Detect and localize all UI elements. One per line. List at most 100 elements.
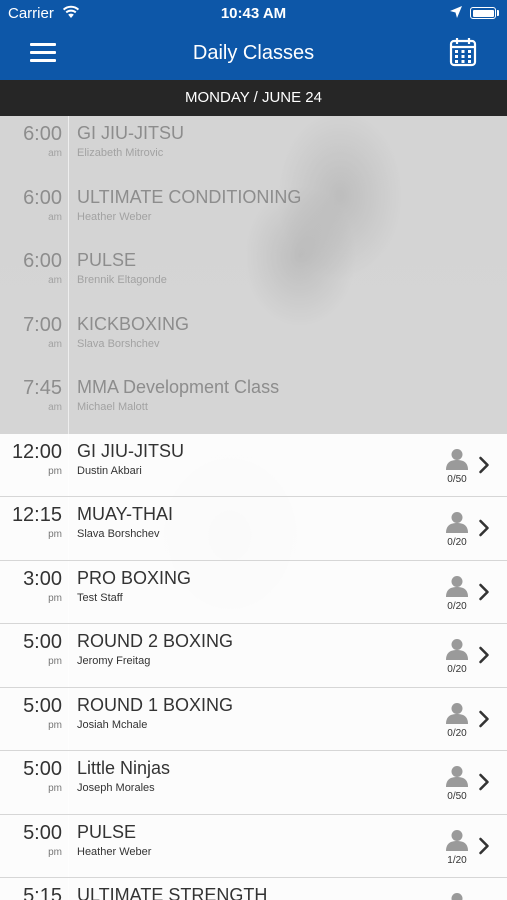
class-instructor: Heather Weber [77,210,152,223]
time-column-divider [68,814,69,877]
chevron-right-icon[interactable] [478,456,490,474]
class-row[interactable]: 5:00 pm Little Ninjas Joseph Morales 0/50 [0,751,507,815]
class-name: ROUND 1 BOXING [77,694,234,715]
location-arrow-icon [450,6,462,18]
calendar-icon[interactable] [449,37,477,67]
navigation-bar: Daily Classes [0,28,507,80]
class-time: 5:00 [23,758,62,780]
class-name: ULTIMATE CONDITIONING [77,186,302,207]
class-instructor: Slava Borshchev [77,528,160,540]
class-ampm: pm [48,529,62,540]
class-time: 12:00 [11,440,62,463]
class-capacity: 0/20 [447,664,467,675]
class-instructor: Michael Malott [77,401,148,413]
chevron-right-icon[interactable] [478,710,490,728]
time-column-divider [68,878,69,900]
class-instructor: Heather Weber [77,845,152,858]
class-instructor: Test Staff [77,591,123,604]
class-ampm: pm [48,465,62,477]
battery-tip [497,10,499,16]
class-capacity: 0/50 [447,791,467,802]
person-icon [451,893,463,900]
chevron-right-icon[interactable] [478,646,490,664]
time-column-divider [68,243,69,307]
time-column-divider [68,624,69,687]
person-icon [446,829,468,851]
class-ampm: pm [48,783,62,794]
time-column-divider [68,433,69,496]
class-name: ULTIMATE STRENGTH [77,885,268,900]
class-time: 12:15 [11,504,62,526]
class-instructor: Jeromy Freitag [77,655,151,667]
class-name: ROUND 2 BOXING [77,631,234,651]
class-time: 6:00 [23,186,62,209]
class-instructor: Brennik Eltagonde [77,274,167,286]
person-icon [446,639,468,660]
person-icon [446,766,468,787]
class-ampm: am [48,148,62,159]
class-ampm: am [48,275,62,286]
class-capacity: 1/20 [447,854,467,866]
past-class-row[interactable]: 6:00 am GI JIU-JITSU Elizabeth Mitrovic [0,116,507,180]
status-bar: Carrier 10:43 AM [0,0,507,28]
chevron-right-icon[interactable] [478,583,490,601]
class-time: 5:00 [23,821,62,844]
class-capacity: 0/20 [447,727,467,739]
person-icon [446,575,468,597]
page-title: Daily Classes [192,42,315,64]
past-class-row[interactable]: 7:00 am KICKBOXING Slava Borshchev [0,306,507,370]
class-name: GI JIU-JITSU [77,123,184,143]
class-instructor: Dustin Akbari [77,464,142,477]
battery-icon [470,7,496,19]
class-row[interactable]: 3:00 pm PRO BOXING Test Staff 0/20 [0,560,507,624]
chevron-right-icon[interactable] [478,519,490,537]
class-time: 5:00 [23,631,62,653]
class-time: 6:00 [23,250,62,272]
class-ampm: am [48,338,62,350]
class-capacity: 0/20 [447,600,467,612]
chevron-right-icon[interactable] [478,773,490,791]
class-capacity: 0/20 [447,537,467,548]
class-ampm: am [48,211,62,223]
class-name: GI JIU-JITSU [77,440,184,461]
person-icon [446,702,468,724]
class-time: 5:15 [23,885,62,900]
class-time: 7:45 [23,377,62,399]
class-ampm: pm [48,592,62,604]
class-name: MUAY-THAI [77,504,174,524]
class-instructor: Josiah Mchale [77,718,148,731]
class-ampm: pm [48,719,62,731]
class-row[interactable]: 12:00 pm GI JIU-JITSU Dustin Akbari 0/50 [0,433,507,497]
class-instructor: Elizabeth Mitrovic [77,147,164,159]
class-name: Little Ninjas [77,758,171,778]
class-list[interactable]: 6:00 am GI JIU-JITSU Elizabeth Mitrovic 6:00… [0,116,507,900]
time-column-divider [68,687,69,750]
time-column-divider [68,370,69,434]
date-header: MONDAY / JUNE 24 [0,80,507,116]
class-ampm: am [48,402,62,413]
status-time: 10:43 AM [220,5,287,22]
class-name: MMA Development Class [77,377,280,397]
class-name: KICKBOXING [77,313,190,334]
past-class-row[interactable]: 6:00 am PULSE Brennik Eltagonde [0,243,507,307]
class-row[interactable]: 5:00 pm ROUND 2 BOXING Jeromy Freitag 0/20 [0,624,507,688]
person-icon [446,448,468,470]
chevron-right-icon[interactable] [478,837,490,855]
class-time: 7:00 [23,313,62,336]
time-column-divider [68,497,69,560]
class-instructor: Joseph Morales [77,782,155,794]
class-row[interactable]: 12:15 pm MUAY-THAI Slava Borshchev 0/20 [0,497,507,561]
past-class-row[interactable]: 6:00 am ULTIMATE CONDITIONING Heather Weber [0,179,507,243]
class-ampm: pm [48,846,62,858]
class-row[interactable]: 5:00 pm PULSE Heather Weber 1/20 [0,814,507,878]
class-time: 5:00 [23,694,62,717]
class-row[interactable]: 5:00 pm ROUND 1 BOXING Josiah Mchale 0/20 [0,687,507,751]
time-column-divider [68,116,69,180]
time-column-divider [68,560,69,623]
class-name: PULSE [77,821,137,842]
past-class-row[interactable]: 7:45 am MMA Development Class Michael Malot… [0,370,507,434]
class-instructor: Slava Borshchev [77,337,160,350]
class-name: PULSE [77,250,137,270]
class-ampm: pm [48,656,62,667]
class-row[interactable]: 5:15 ULTIMATE STRENGTH [0,878,507,900]
